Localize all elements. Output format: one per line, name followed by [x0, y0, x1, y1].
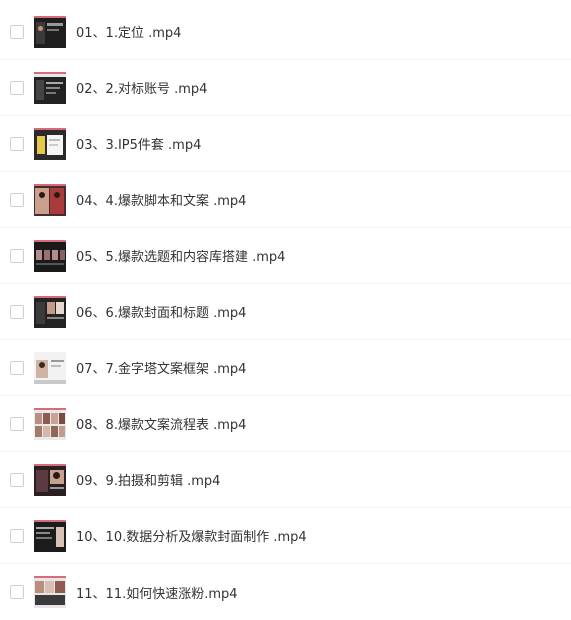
file-name[interactable]: 05、5.爆款选题和内容库搭建 .mp4 [76, 246, 285, 265]
file-row[interactable]: 03、3.IP5件套 .mp4 [0, 116, 571, 172]
file-row[interactable]: 02、2.对标账号 .mp4 [0, 60, 571, 116]
video-thumbnail-icon[interactable] [34, 463, 66, 496]
file-row[interactable]: 07、7.金字塔文案框架 .mp4 [0, 340, 571, 396]
file-name[interactable]: 04、4.爆款脚本和文案 .mp4 [76, 190, 246, 209]
file-name[interactable]: 10、10.数据分析及爆款封面制作 .mp4 [76, 526, 307, 545]
video-thumbnail-icon[interactable] [34, 183, 66, 216]
file-row[interactable]: 04、4.爆款脚本和文案 .mp4 [0, 172, 571, 228]
file-row[interactable]: 05、5.爆款选题和内容库搭建 .mp4 [0, 228, 571, 284]
video-thumbnail-icon[interactable] [34, 407, 66, 440]
file-checkbox[interactable] [10, 136, 24, 151]
video-thumbnail-icon[interactable] [34, 295, 66, 328]
video-thumbnail-icon[interactable] [34, 519, 66, 552]
file-checkbox[interactable] [10, 80, 24, 95]
video-thumbnail-icon[interactable] [34, 15, 66, 48]
file-name[interactable]: 01、1.定位 .mp4 [76, 22, 181, 41]
file-checkbox[interactable] [10, 472, 24, 487]
file-checkbox[interactable] [10, 528, 24, 543]
video-thumbnail-icon[interactable] [34, 127, 66, 160]
file-name[interactable]: 11、11.如何快速涨粉.mp4 [76, 583, 238, 602]
file-name[interactable]: 02、2.对标账号 .mp4 [76, 78, 207, 97]
file-row[interactable]: 08、8.爆款文案流程表 .mp4 [0, 396, 571, 452]
file-row[interactable]: 01、1.定位 .mp4 [0, 4, 571, 60]
file-name[interactable]: 03、3.IP5件套 .mp4 [76, 134, 201, 153]
video-thumbnail-icon[interactable] [34, 71, 66, 104]
video-thumbnail-icon[interactable] [34, 239, 66, 272]
video-thumbnail-icon[interactable] [34, 351, 66, 384]
file-checkbox[interactable] [10, 24, 24, 39]
file-checkbox[interactable] [10, 304, 24, 319]
file-checkbox[interactable] [10, 360, 24, 375]
file-name[interactable]: 08、8.爆款文案流程表 .mp4 [76, 414, 246, 433]
file-checkbox[interactable] [10, 192, 24, 207]
file-row[interactable]: 11、11.如何快速涨粉.mp4 [0, 564, 571, 620]
video-thumbnail-icon[interactable] [34, 576, 66, 608]
file-row[interactable]: 10、10.数据分析及爆款封面制作 .mp4 [0, 508, 571, 564]
file-checkbox[interactable] [10, 416, 24, 431]
file-row[interactable]: 06、6.爆款封面和标题 .mp4 [0, 284, 571, 340]
file-checkbox[interactable] [10, 585, 24, 599]
file-name[interactable]: 09、9.拍摄和剪辑 .mp4 [76, 470, 220, 489]
file-list: 01、1.定位 .mp4 02、2.对标账号 .mp4 03、3.IP5件套 .… [0, 4, 571, 620]
file-name[interactable]: 06、6.爆款封面和标题 .mp4 [76, 302, 246, 321]
file-row[interactable]: 09、9.拍摄和剪辑 .mp4 [0, 452, 571, 508]
file-checkbox[interactable] [10, 248, 24, 263]
file-name[interactable]: 07、7.金字塔文案框架 .mp4 [76, 358, 246, 377]
